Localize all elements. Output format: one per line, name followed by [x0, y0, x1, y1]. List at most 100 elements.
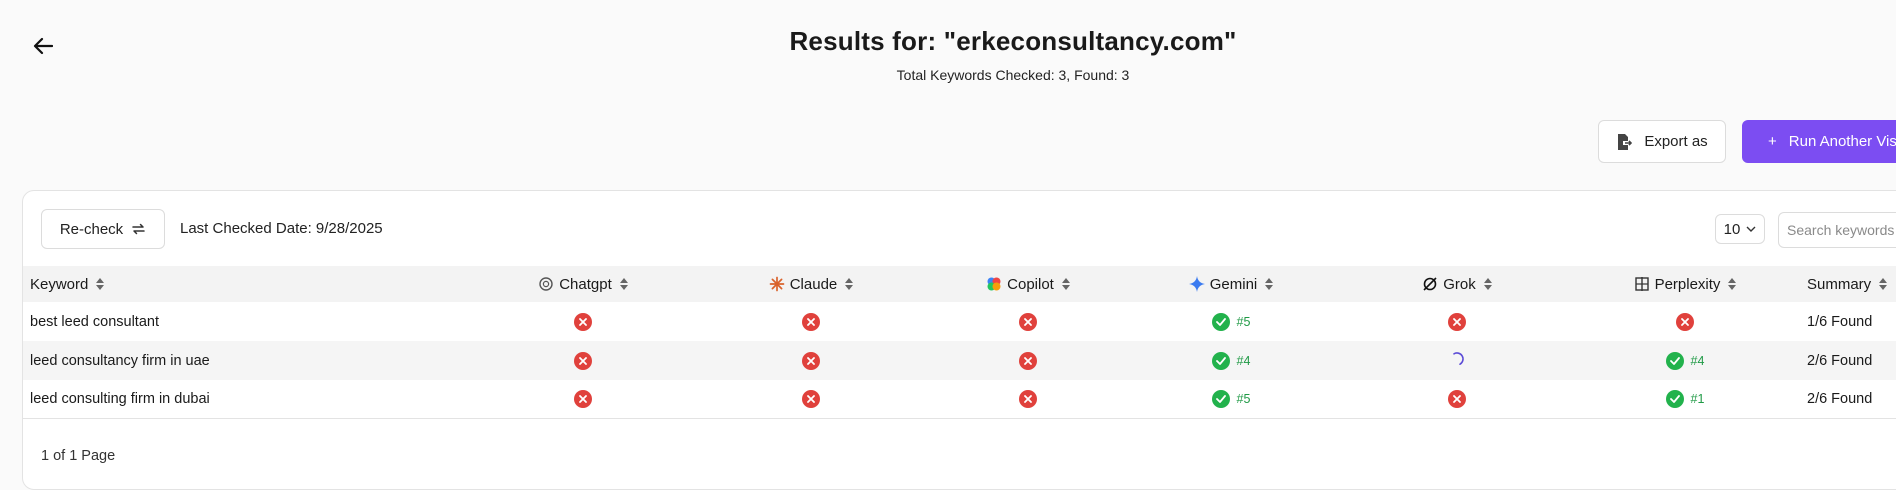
sort-icon	[1061, 278, 1070, 290]
result-cell	[1397, 302, 1517, 341]
column-label: Grok	[1443, 275, 1476, 293]
column-label: Keyword	[30, 275, 89, 293]
column-label: Summary	[1807, 275, 1872, 293]
column-grok[interactable]: Grok	[1397, 266, 1517, 302]
last-checked-date: Last Checked Date: 9/28/2025	[180, 220, 383, 237]
gemini-icon	[1188, 276, 1205, 292]
column-label: Chatgpt	[559, 275, 612, 293]
rank-label: #5	[1236, 314, 1251, 329]
column-copilot[interactable]: Copilot	[958, 266, 1098, 302]
column-label: Claude	[789, 275, 838, 293]
found-result: #5	[1211, 390, 1251, 408]
result-cell	[968, 380, 1088, 418]
rank-label: #4	[1690, 353, 1705, 368]
perplexity-icon	[1634, 277, 1649, 291]
found-result: #5	[1211, 312, 1251, 331]
result-cell	[968, 341, 1088, 380]
refresh-icon	[132, 223, 145, 235]
check-circle-icon	[1665, 351, 1684, 370]
x-circle-icon	[1019, 312, 1037, 331]
keyword-cell: leed consultancy firm in uae	[30, 352, 210, 369]
x-circle-icon	[802, 351, 820, 370]
x-circle-icon	[1448, 312, 1466, 331]
result-cell	[1625, 302, 1745, 341]
check-circle-icon	[1211, 312, 1230, 331]
summary-cell: 2/6 Found	[1807, 352, 1873, 369]
column-summary[interactable]: Summary	[1807, 266, 1888, 302]
sort-icon	[1265, 278, 1274, 290]
result-cell	[751, 341, 871, 380]
page-size-value: 10	[1723, 220, 1741, 238]
result-cell	[968, 302, 1088, 341]
column-label: Perplexity	[1654, 275, 1721, 293]
result-cell	[523, 380, 643, 418]
rank-label: #1	[1690, 392, 1705, 406]
table-row: leed consultancy firm in uae #4 #4 2/6 Foun…	[23, 341, 1896, 380]
result-cell	[751, 380, 871, 418]
x-circle-icon	[1019, 351, 1037, 370]
recheck-button[interactable]: Re-check	[41, 209, 165, 249]
keyword-cell: best leed consultant	[30, 313, 159, 330]
column-perplexity[interactable]: Perplexity	[1605, 266, 1765, 302]
column-claude[interactable]: Claude	[741, 266, 881, 302]
pagination-label: 1 of 1 Page	[41, 448, 116, 464]
keyword-cell: leed consulting firm in dubai	[30, 391, 210, 407]
table-row: best leed consultant #5 1/6 Found	[23, 302, 1896, 341]
export-label: Export as	[1644, 133, 1708, 150]
sort-icon	[1879, 278, 1888, 290]
sort-icon	[1728, 278, 1737, 290]
check-circle-icon	[1211, 390, 1230, 408]
x-circle-icon	[574, 390, 592, 408]
page-title: Results for: "erkeconsultancy.com"	[789, 26, 1237, 56]
run-another-button[interactable]: + Run Another Visibility	[1742, 120, 1896, 163]
x-circle-icon	[802, 312, 820, 331]
claude-icon	[769, 276, 785, 292]
sort-icon	[845, 278, 854, 290]
found-result: #4	[1665, 351, 1705, 370]
recheck-label: Re-check	[59, 220, 124, 238]
plus-icon: +	[1768, 133, 1777, 150]
table-header: Keyword Chatgpt Claude Copilot Gemini Gr…	[23, 266, 1896, 302]
column-label: Gemini	[1209, 275, 1258, 293]
results-card: Re-check Last Checked Date: 9/28/2025 10…	[22, 190, 1896, 490]
summary-cell: 1/6 Found	[1807, 313, 1873, 330]
check-circle-icon	[1665, 390, 1684, 408]
result-cell	[523, 302, 643, 341]
export-icon	[1618, 133, 1633, 150]
export-button[interactable]: Export as	[1598, 120, 1726, 163]
x-circle-icon	[1448, 390, 1466, 408]
result-cell	[1397, 380, 1517, 418]
x-circle-icon	[802, 390, 820, 408]
x-circle-icon	[574, 351, 592, 370]
page-subtitle: Total Keywords Checked: 3, Found: 3	[896, 67, 1130, 83]
page-size-select[interactable]: 10	[1715, 214, 1765, 244]
result-cell: #4	[1625, 341, 1745, 380]
page: Results for: "erkeconsultancy.com" Total…	[0, 0, 1896, 490]
found-result: #1	[1665, 390, 1705, 408]
found-result: #4	[1211, 351, 1251, 370]
chevron-down-icon	[1746, 226, 1756, 232]
result-cell: #1	[1625, 380, 1745, 418]
summary-cell: 2/6 Found	[1807, 391, 1873, 407]
x-circle-icon	[574, 312, 592, 331]
x-circle-icon	[1019, 390, 1037, 408]
column-gemini[interactable]: Gemini	[1161, 266, 1301, 302]
search-input[interactable]	[1778, 212, 1896, 248]
column-label: Copilot	[1007, 275, 1054, 293]
rank-label: #4	[1236, 353, 1251, 368]
sort-icon	[1483, 278, 1492, 290]
check-circle-icon	[1211, 351, 1230, 370]
sort-icon	[96, 278, 105, 290]
run-another-label: Run Another Visibility	[1788, 133, 1896, 150]
rank-label: #5	[1236, 392, 1251, 406]
x-circle-icon	[1676, 312, 1694, 331]
chatgpt-icon	[539, 277, 553, 291]
result-cell: #5	[1171, 302, 1291, 341]
grok-icon	[1423, 277, 1437, 291]
result-cell	[1397, 341, 1517, 380]
column-keyword[interactable]: Keyword	[30, 266, 105, 302]
result-cell	[751, 302, 871, 341]
result-cell: #5	[1171, 380, 1291, 418]
copilot-icon	[987, 277, 1001, 291]
column-chatgpt[interactable]: Chatgpt	[513, 266, 653, 302]
